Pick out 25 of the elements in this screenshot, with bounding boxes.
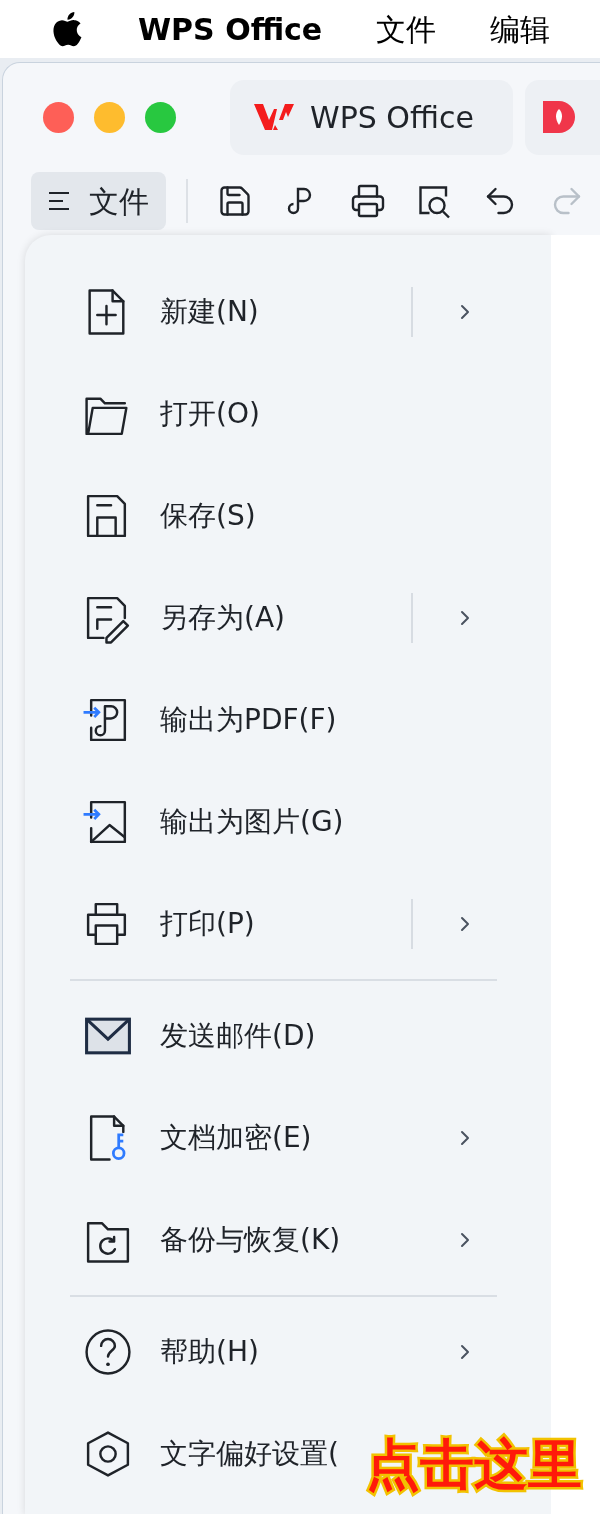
printer-icon[interactable]	[349, 183, 386, 219]
menu-item[interactable]: 另存为(A)	[160, 597, 285, 639]
menu-bar-item[interactable]: 文件	[376, 6, 437, 52]
menu-item[interactable]: 备份与恢复(K)	[160, 1219, 341, 1261]
menu-item[interactable]: 输出为PDF(F)	[160, 699, 337, 741]
close-window-button[interactable]	[43, 101, 74, 133]
menu-item[interactable]: 新建(N)	[160, 291, 259, 333]
menu-item[interactable]: 输出为图片(G)	[160, 801, 344, 843]
help-icon	[82, 1326, 134, 1378]
app-tab[interactable]	[525, 79, 600, 155]
menu-item[interactable]: 打印(P)	[160, 903, 255, 945]
tab-label: WPS Office	[310, 98, 474, 137]
menu-item[interactable]: 保存(S)	[160, 495, 256, 537]
menu-icon	[49, 191, 69, 211]
callout-label: 点击这里	[366, 1432, 582, 1498]
app-tab[interactable]: WPS Office	[230, 79, 513, 155]
menu-item[interactable]: 打开(O)	[160, 393, 260, 435]
menu-bar-item[interactable]: 编辑	[490, 6, 551, 52]
app-name[interactable]: WPS Office	[138, 6, 323, 52]
menu-item[interactable]: 文字偏好设置(	[160, 1433, 339, 1475]
file-menu-button[interactable]: 文件	[31, 172, 166, 230]
menu-item[interactable]: 发送邮件(D)	[160, 1015, 316, 1057]
menu-item[interactable]: 帮助(H)	[160, 1331, 259, 1373]
print-preview-icon[interactable]	[416, 183, 453, 219]
menu-item[interactable]: 文档加密(E)	[160, 1117, 312, 1159]
